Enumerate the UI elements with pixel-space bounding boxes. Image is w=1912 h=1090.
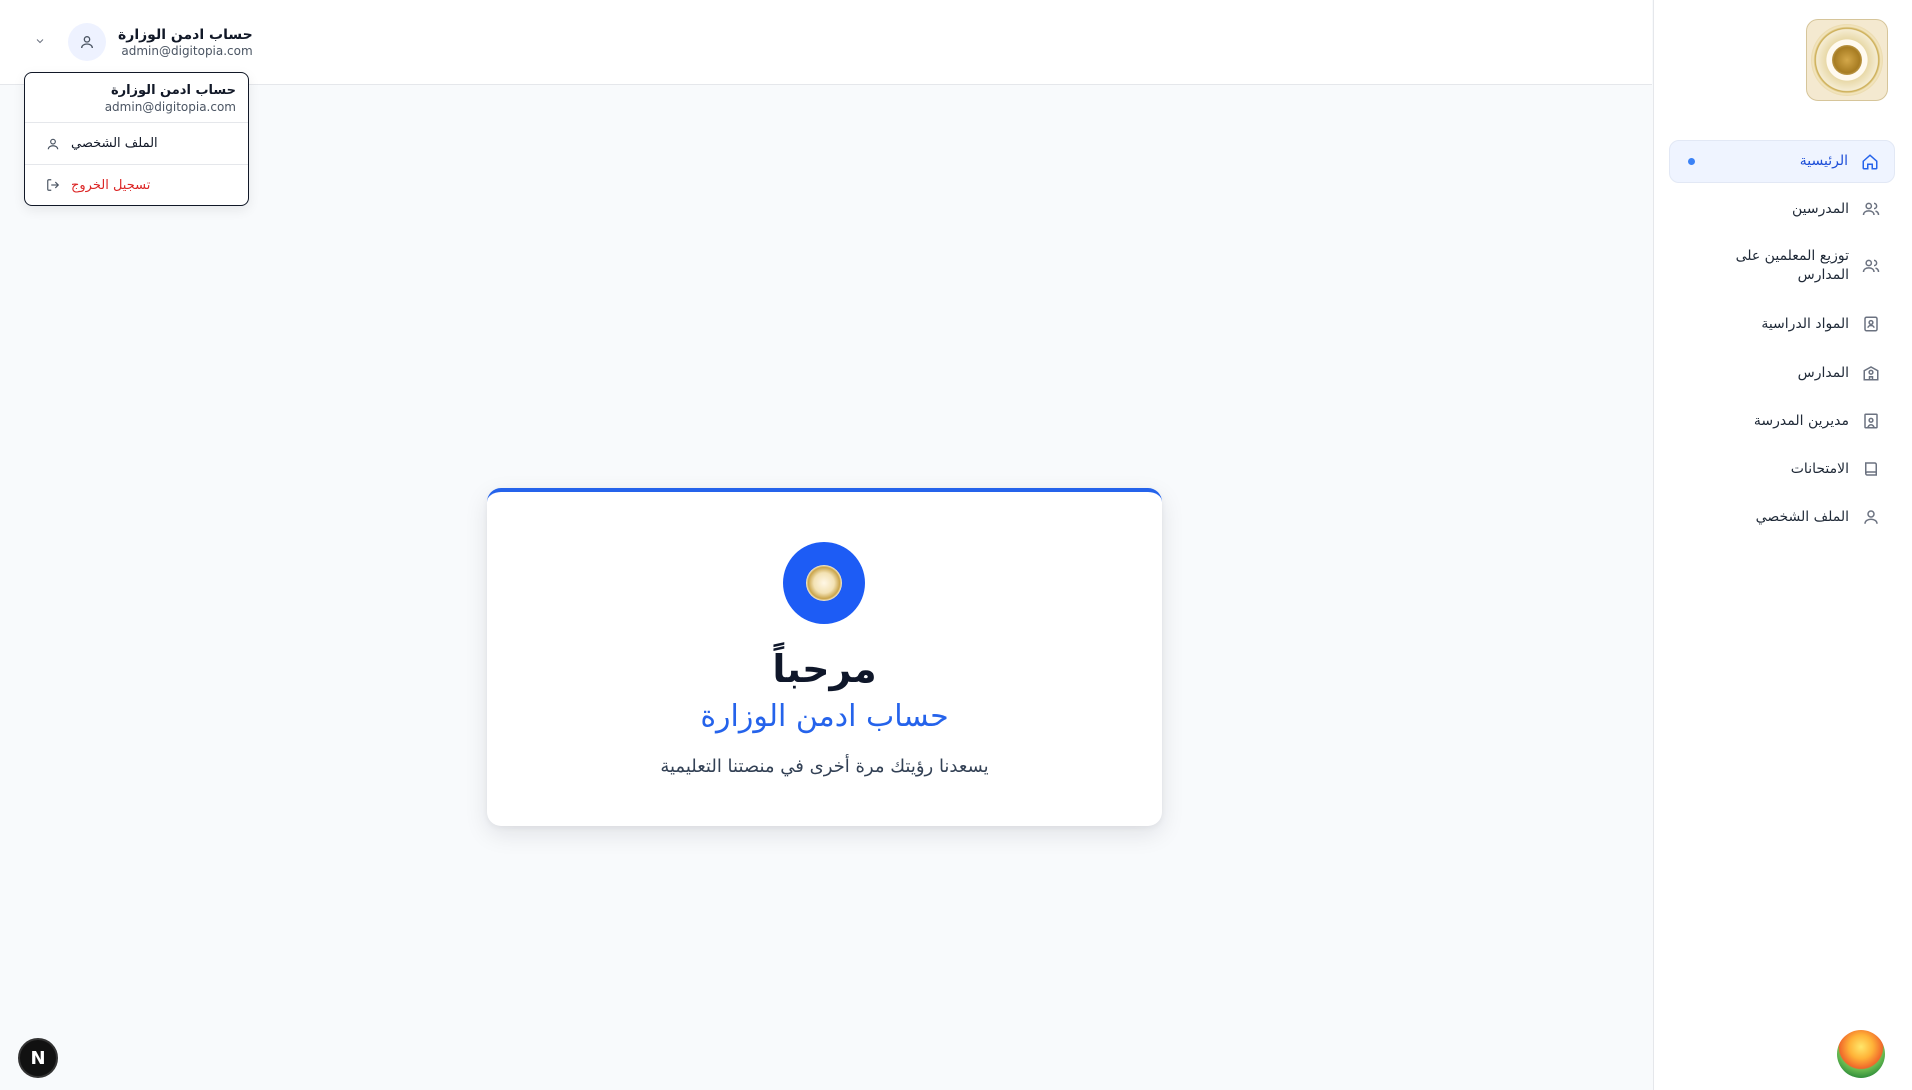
sidebar-item-schools[interactable]: المدارس [1669, 354, 1895, 392]
badge-letter: N [30, 1047, 46, 1069]
dropdown-profile-label: الملف الشخصي [71, 136, 158, 151]
user-icon [1861, 507, 1881, 527]
user-name: حساب ادمن الوزارة [118, 26, 253, 43]
welcome-card: مرحباً حساب ادمن الوزارة يسعدنا رؤيتك مر… [487, 488, 1162, 826]
sidebar-item-label: الامتحانات [1790, 460, 1849, 477]
user-menu-trigger[interactable]: حساب ادمن الوزارة admin@digitopia.com [34, 20, 253, 64]
user-info: حساب ادمن الوزارة admin@digitopia.com [118, 26, 253, 59]
dropdown-logout-item[interactable]: تسجيل الخروج [25, 164, 248, 205]
sidebar-item-label: الملف الشخصي [1755, 508, 1849, 525]
sidebar-item-subjects[interactable]: المواد الدراسية [1669, 305, 1895, 343]
welcome-subtitle: حساب ادمن الوزارة [700, 699, 949, 734]
sidebar-item-profile[interactable]: الملف الشخصي [1669, 498, 1895, 536]
sidebar-item-label: مديرين المدرسة [1753, 412, 1849, 429]
book-user-icon [1861, 314, 1881, 334]
app-avatar-icon[interactable] [1837, 1030, 1885, 1078]
home-icon [1860, 152, 1880, 172]
dropdown-logout-label: تسجيل الخروج [71, 177, 151, 193]
user-email: admin@digitopia.com [121, 43, 253, 58]
dropdown-user-email: admin@digitopia.com [104, 100, 236, 114]
user-icon [45, 136, 61, 152]
building-user-icon [1861, 411, 1881, 431]
dev-tools-badge[interactable]: N [18, 1038, 58, 1078]
ministry-seal-icon [1811, 24, 1883, 96]
school-icon [1861, 363, 1881, 383]
sidebar-item-label: المدارس [1797, 364, 1849, 381]
dropdown-header: حساب ادمن الوزارة admin@digitopia.com [25, 73, 248, 123]
ministry-seal-icon [806, 565, 842, 601]
sidebar-item-label: توزيع المعلمين على المدارس [1735, 248, 1849, 283]
sidebar-item-teachers[interactable]: المدرسين [1669, 190, 1895, 228]
chevron-down-icon[interactable] [34, 35, 52, 50]
active-indicator-dot [1688, 158, 1695, 165]
ministry-logo-badge [783, 542, 865, 624]
users-icon [1861, 256, 1881, 276]
dropdown-profile-item[interactable]: الملف الشخصي [25, 123, 248, 164]
sidebar-item-label: المدرسين [1792, 200, 1849, 217]
dropdown-user-name: حساب ادمن الوزارة [110, 83, 236, 98]
sidebar-item-home[interactable]: الرئيسية [1669, 140, 1895, 183]
welcome-title: مرحباً [772, 647, 877, 691]
logout-icon [45, 177, 61, 193]
welcome-message: يسعدنا رؤيتك مرة أخرى في منصتنا التعليمي… [660, 756, 989, 777]
sidebar-item-label: الرئيسية [1799, 153, 1848, 169]
sidebar: الرئيسية المدرسين توزيع المعلمين على الم… [1653, 0, 1912, 1090]
user-avatar-icon[interactable] [68, 23, 106, 61]
sidebar-item-school-managers[interactable]: مديرين المدرسة [1669, 402, 1895, 440]
sidebar-item-exams[interactable]: الامتحانات [1669, 450, 1895, 488]
sidebar-item-label: المواد الدراسية [1761, 315, 1849, 332]
users-icon [1861, 199, 1881, 219]
ministry-logo[interactable] [1806, 19, 1888, 101]
sidebar-item-teacher-distribution[interactable]: توزيع المعلمين على المدارس [1669, 240, 1895, 292]
user-dropdown-menu: حساب ادمن الوزارة admin@digitopia.com ال… [24, 72, 249, 206]
book-icon [1861, 459, 1881, 479]
